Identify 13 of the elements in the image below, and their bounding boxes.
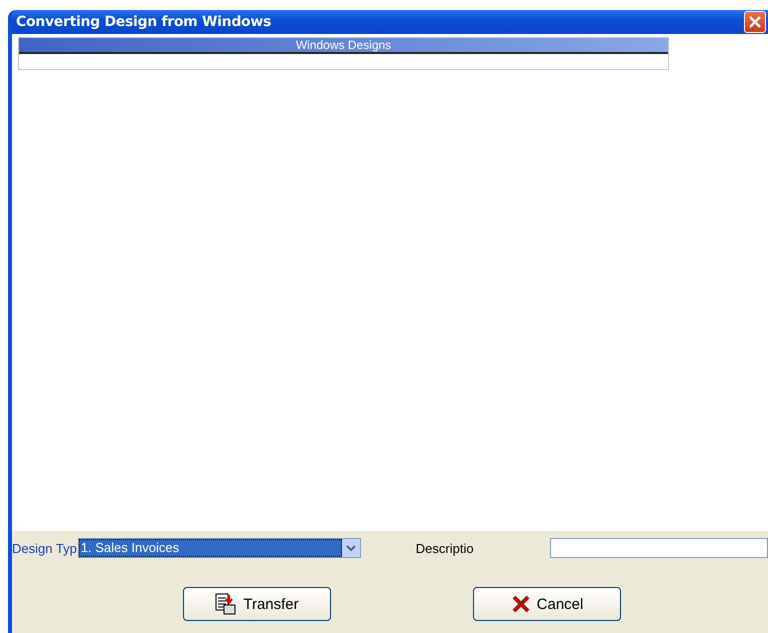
transfer-button[interactable]: Transfer bbox=[183, 587, 331, 621]
close-icon bbox=[510, 594, 531, 614]
cancel-button[interactable]: Cancel bbox=[473, 587, 621, 621]
close-button[interactable] bbox=[744, 11, 766, 33]
description-field[interactable] bbox=[550, 538, 768, 558]
dropdown-value: 1. Sales Invoices bbox=[78, 539, 342, 557]
close-icon bbox=[748, 15, 762, 29]
document-icon bbox=[215, 593, 238, 615]
design-type-label: Design Typ bbox=[12, 540, 77, 556]
description-label: Descriptio bbox=[416, 540, 474, 556]
column-header: Windows Designs bbox=[19, 38, 668, 54]
design-type-dropdown[interactable]: 1. Sales Invoices bbox=[78, 538, 361, 558]
window-title: Converting Design from Windows bbox=[16, 14, 272, 30]
